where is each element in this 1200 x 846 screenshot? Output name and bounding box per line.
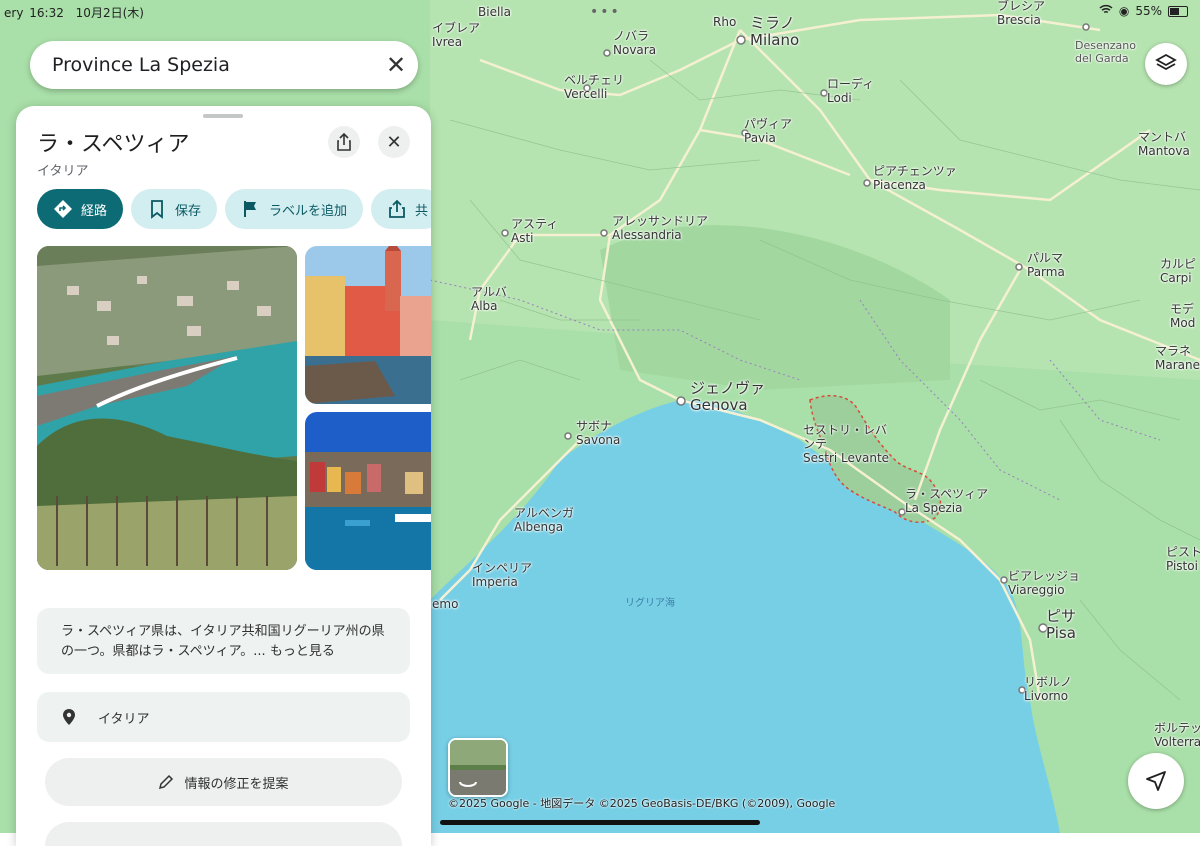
status-bar-left: ery 16:32 10月2日(木) [4, 6, 144, 20]
place-photo-3[interactable] [305, 412, 431, 570]
share-chip-button[interactable]: 共 [371, 189, 431, 229]
map-label-albenga: アルベンガ Albenga [514, 506, 574, 534]
map-label-sea: リグリア海 [625, 598, 675, 609]
map-label-asti: アスティ Asti [511, 217, 559, 245]
action-chips: 経路 保存 ラベルを追加 共 [37, 189, 431, 229]
share-button[interactable] [328, 126, 360, 158]
share-icon [337, 133, 351, 151]
bookmark-icon [151, 200, 163, 219]
navigate-button[interactable] [1128, 753, 1184, 809]
map-label-sestri-levante: セストリ・レバンテ Sestri Levante [803, 423, 890, 465]
flag-icon [244, 201, 257, 217]
home-indicator[interactable] [440, 820, 760, 825]
more-link[interactable]: もっと見る [270, 644, 335, 659]
map-label-piacenza: ピアチェンツァ Piacenza [873, 164, 957, 192]
multitask-dots[interactable]: ••• [590, 4, 621, 20]
map-label-parma: パルマ Parma [1027, 251, 1065, 279]
map-label-alba: アルバ Alba [471, 285, 507, 313]
place-photo-2[interactable] [305, 246, 431, 404]
pencil-icon [159, 774, 174, 790]
map-label-rho: Rho [713, 15, 737, 29]
map-label-pistoia: ピスト Pistoi [1166, 545, 1200, 573]
map-label-carpi: カルピ Carpi [1160, 257, 1197, 285]
drag-handle[interactable] [203, 114, 243, 118]
map-label-biella: Biella [478, 5, 511, 19]
place-description[interactable]: ラ・スペツィア県は、イタリア共和国リグーリア州の県の一つ。県都はラ・スペツィア。… [37, 608, 410, 674]
status-bar-right: ◉ 55% [1099, 4, 1188, 18]
map-label-livorno: リボルノ Livorno [1024, 675, 1073, 703]
map-label-viareggio: ビアレッジョ Viareggio [1008, 569, 1081, 597]
map-label-lodi: ローディ Lodi [827, 77, 875, 105]
map-label-mantova: マントバ Mantova [1138, 130, 1190, 158]
directions-icon [54, 200, 72, 218]
map-label-sanremo: emo [432, 597, 459, 611]
map-copyright: ©2025 Google - 地図データ ©2025 GeoBasis-DE/B… [448, 797, 836, 810]
wifi-icon [1099, 4, 1113, 18]
map-label-genova: ジェノヴァ Genova [690, 379, 766, 415]
search-input[interactable]: Province La Spezia [52, 54, 374, 76]
map-label-la-spezia: ラ・スペツィア La Spezia [905, 487, 989, 515]
map-label-vercelli: ベルチェリ Vercelli [564, 73, 625, 101]
location-pin-icon [62, 708, 84, 726]
map-label-desenzano: Desenzano del Garda [1075, 39, 1136, 65]
map-label-novara: ノバラ Novara [613, 29, 657, 57]
place-title: ラ・スペツィア [37, 132, 190, 157]
location-row[interactable]: イタリア [37, 692, 410, 742]
ligurian-sea [430, 400, 1060, 833]
map-label-modena: モデ Mod [1170, 302, 1196, 330]
location-status-icon: ◉ [1118, 4, 1130, 18]
map-label-imperia: インペリア Imperia [472, 561, 533, 589]
map-label-milano: ミラノ Milano [750, 14, 800, 50]
map-label-maranello: マラネ Maranel [1155, 344, 1200, 372]
next-action-button[interactable] [45, 822, 402, 846]
layers-button[interactable] [1145, 43, 1187, 85]
map-label-volterra: ボルテッ Volterra [1154, 721, 1200, 749]
place-subtitle: イタリア [37, 164, 89, 179]
map-label-savona: サボナ Savona [576, 419, 621, 447]
close-icon: ✕ [386, 131, 402, 153]
directions-button[interactable]: 経路 [37, 189, 124, 229]
layers-icon [1155, 53, 1177, 71]
map-label-alessandria: アレッサンドリア Alessandria [612, 214, 709, 242]
map-label-ivrea: イブレア Ivrea [432, 21, 481, 49]
map-label-pavia: パヴィア Pavia [744, 117, 793, 145]
save-button[interactable]: 保存 [131, 189, 218, 229]
map-label-brescia: ブレシア Brescia [997, 0, 1046, 27]
close-panel-button[interactable]: ✕ [378, 126, 410, 158]
map-label-pisa: ピサ Pisa [1046, 607, 1077, 643]
close-icon[interactable]: ✕ [374, 51, 418, 79]
place-sheet: ラ・スペツィア イタリア ✕ 経路 保存 ラベルを追加 共 ラ・スペツィア県は、… [16, 106, 431, 846]
share-icon [389, 199, 405, 218]
navigation-arrow-icon [1146, 771, 1166, 791]
suggest-edit-button[interactable]: 情報の修正を提案 [45, 758, 402, 806]
search-bar[interactable]: Province La Spezia ✕ [30, 41, 418, 89]
add-label-button[interactable]: ラベルを追加 [225, 189, 364, 229]
battery-icon [1168, 5, 1188, 17]
street-view-thumbnail[interactable] [448, 738, 508, 797]
place-photo-1[interactable] [37, 246, 297, 570]
